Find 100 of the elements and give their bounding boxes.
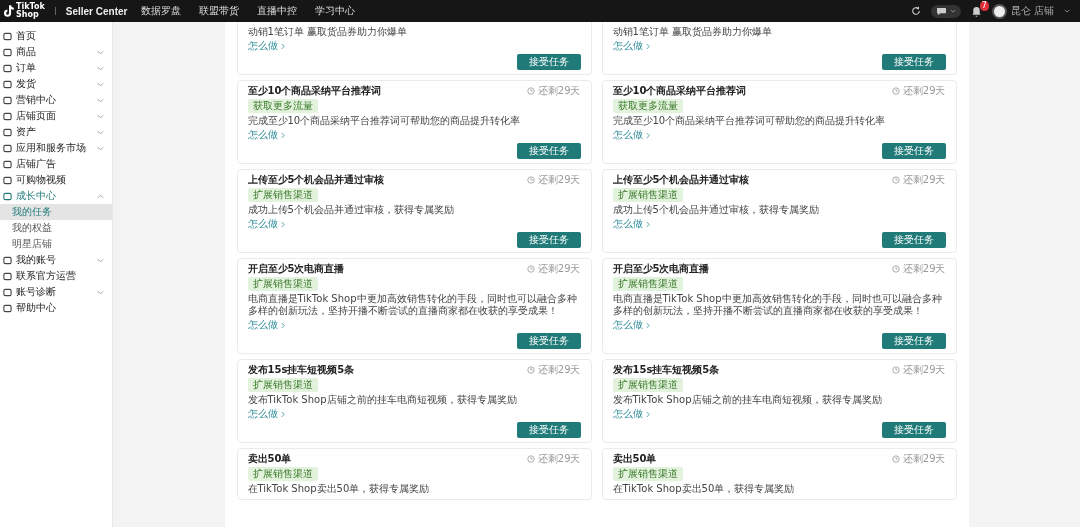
task-tag: 扩展销售渠道 [247,277,318,291]
nav-link[interactable]: 联盟带货 [199,4,240,18]
nav-link[interactable]: 直播中控 [257,4,298,18]
sidebar-subitem[interactable]: 明星店铺 [0,236,112,252]
chat-button[interactable] [930,4,961,18]
task-tag: 扩展销售渠道 [612,378,683,392]
task-description: 发布TikTok Shop店铺之前的挂车电商短视频，获得专属奖励 [247,394,517,406]
sidebar-item[interactable]: 店铺广告 [0,156,112,172]
refresh-icon[interactable] [910,6,921,16]
square-icon [3,271,12,281]
task-description: 动销1笔订单 赢取货品券助力你爆单 [247,26,408,38]
sidebar-item[interactable]: 首页 [0,28,112,44]
clock-icon [891,87,900,95]
how-to-link[interactable]: 怎么做 [247,319,278,331]
clock-icon [526,455,535,463]
time-left: 还剩29天 [902,85,946,97]
task-title: 卖出50单 [612,453,658,465]
square-icon [3,191,12,201]
square-icon [3,143,12,153]
sidebar-item[interactable]: 营销中心 [0,92,112,108]
sidebar-item[interactable]: 订单 [0,60,112,76]
task-title: 上传至少5个机会品并通过审核 [612,174,751,186]
how-to-link[interactable]: 怎么做 [247,218,278,230]
square-icon [3,175,12,185]
notification-badge: 7 [979,0,989,11]
sidebar-item[interactable]: 可购物视频 [0,172,112,188]
chevron-right-icon [280,220,285,228]
task-description: 成功上传5个机会品并通过审核，获得专属奖励 [247,204,454,216]
sidebar-subitem[interactable]: 我的任务 [0,204,112,220]
task-tag: 扩展销售渠道 [247,467,318,481]
how-to-link[interactable]: 怎么做 [612,319,643,331]
accept-task-button[interactable]: 接受任务 [516,422,581,438]
chevron-right-icon [645,410,650,418]
sidebar-item[interactable]: 资产 [0,124,112,140]
how-to-link[interactable]: 怎么做 [612,408,643,420]
chevron-up-icon [97,193,104,199]
accept-task-button[interactable]: 接受任务 [516,232,581,248]
how-to-link[interactable]: 怎么做 [247,40,278,52]
sidebar-item[interactable]: 应用和服务市场 [0,140,112,156]
accept-task-button[interactable]: 接受任务 [881,54,946,70]
chevron-down-icon [97,129,104,135]
accept-task-button[interactable]: 接受任务 [881,422,946,438]
sidebar-item[interactable]: 帮助中心 [0,300,112,316]
sidebar-item[interactable]: 发货 [0,76,112,92]
accept-task-button[interactable]: 接受任务 [881,333,946,349]
caret-icon[interactable] [1064,9,1070,13]
how-to-link[interactable]: 怎么做 [612,218,643,230]
square-icon [3,63,12,73]
bell-icon[interactable] [970,5,982,17]
chevron-right-icon [645,220,650,228]
nav-link[interactable]: 数据罗盘 [141,4,182,18]
task-description: 电商直播是TikTok Shop中更加高效销售转化的手段，同时也可以融合多种多样的创新玩法，坚持开播不断尝试的直播商家都在收获的享受成果！ [612,293,943,317]
square-icon [3,255,12,265]
sidebar-item[interactable]: 账号诊断 [0,284,112,300]
accept-task-button[interactable]: 接受任务 [881,143,946,159]
task-title: 发布15s挂车短视频5条 [612,364,721,376]
task-title: 至少10个商品采纳平台推荐词 [612,85,748,97]
task-description: 电商直播是TikTok Shop中更加高效销售转化的手段，同时也可以融合多种多样的创新玩法，坚持开播不断尝试的直播商家都在收获的享受成果！ [247,293,578,317]
user-name[interactable]: 昆仑 店铺 [1010,4,1054,18]
task-tag: 扩展销售渠道 [612,467,683,481]
accept-task-button[interactable]: 接受任务 [516,143,581,159]
sidebar-item[interactable]: 联系官方运营 [0,268,112,284]
clock-icon [526,366,535,374]
chevron-right-icon [280,42,285,50]
task-title: 至少10个商品采纳平台推荐词 [247,85,383,97]
clock-icon [526,87,535,95]
clock-icon [891,176,900,184]
sidebar-item[interactable]: 成长中心 [0,188,112,204]
accept-task-button[interactable]: 接受任务 [516,54,581,70]
time-left: 还剩29天 [902,453,946,465]
nav-link[interactable]: 学习中心 [315,4,356,18]
how-to-link[interactable]: 怎么做 [612,40,643,52]
task-description: 动销1笔订单 赢取货品券助力你爆单 [612,26,773,38]
how-to-link[interactable]: 怎么做 [612,129,643,141]
logo-text: TikTok Shop [16,3,45,19]
sidebar-subitem[interactable]: 我的权益 [0,220,112,236]
chevron-down-icon [97,113,104,119]
task-tag: 扩展销售渠道 [247,188,318,202]
time-left: 还剩29天 [902,263,946,275]
how-to-link[interactable]: 怎么做 [247,129,278,141]
square-icon [3,159,12,169]
sidebar-item[interactable]: 店铺页面 [0,108,112,124]
avatar[interactable] [991,3,1007,19]
sidebar-item[interactable]: 商品 [0,44,112,60]
task-description: 在TikTok Shop卖出50单，获得专属奖励 [247,483,430,495]
time-left: 还剩29天 [537,263,581,275]
chevron-right-icon [645,131,650,139]
clock-icon [526,176,535,184]
chevron-down-icon [97,81,104,87]
task-tag: 扩展销售渠道 [247,378,318,392]
sidebar-item[interactable]: 我的账号 [0,252,112,268]
square-icon [3,79,12,89]
accept-task-button[interactable]: 接受任务 [516,333,581,349]
chevron-right-icon [645,42,650,50]
chevron-down-icon [97,145,104,151]
chevron-down-icon [97,289,104,295]
accept-task-button[interactable]: 接受任务 [881,232,946,248]
chevron-right-icon [645,321,650,329]
how-to-link[interactable]: 怎么做 [247,408,278,420]
time-left: 还剩29天 [902,174,946,186]
